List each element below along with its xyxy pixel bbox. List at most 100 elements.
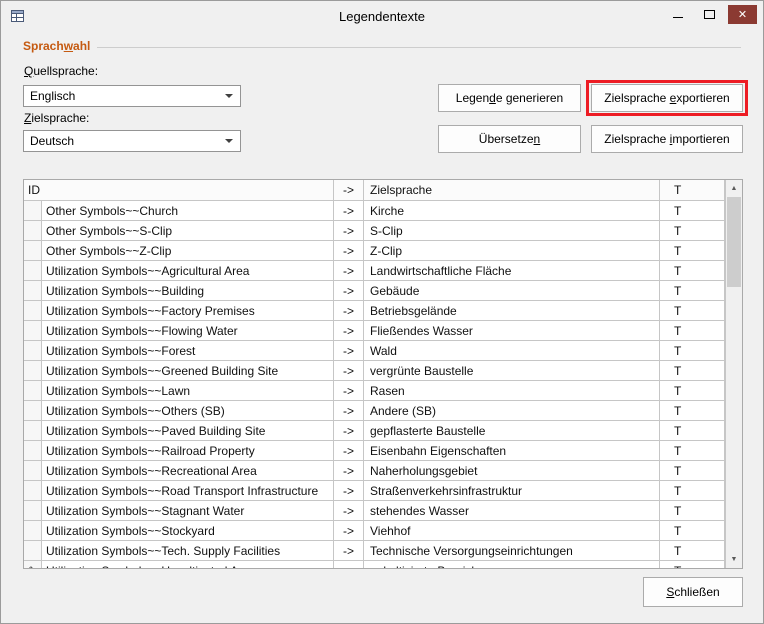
table-row[interactable]: Utilization Symbols~~Greened Building Si…	[24, 361, 725, 381]
translate-flag-cell[interactable]: T	[660, 261, 725, 281]
minimize-button[interactable]	[664, 5, 691, 24]
target-text-cell[interactable]: Viehhof	[364, 521, 660, 541]
id-cell[interactable]: Utilization Symbols~~Uncultivated Area	[42, 561, 334, 568]
scroll-up-icon[interactable]: ▲	[726, 180, 742, 197]
maximize-button[interactable]	[696, 5, 723, 24]
arrow-cell[interactable]: ->	[334, 521, 364, 541]
translate-flag-cell[interactable]: T	[660, 421, 725, 441]
row-selector-cell[interactable]	[24, 201, 42, 221]
close-dialog-button[interactable]: Schließen	[643, 577, 743, 607]
arrow-cell[interactable]: ->	[334, 561, 364, 568]
id-cell[interactable]: Utilization Symbols~~Greened Building Si…	[42, 361, 334, 381]
arrow-cell[interactable]: ->	[334, 261, 364, 281]
translate-flag-cell[interactable]: T	[660, 401, 725, 421]
source-language-select[interactable]: Englisch	[23, 85, 241, 107]
arrow-cell[interactable]: ->	[334, 241, 364, 261]
table-row[interactable]: Other Symbols~~Z-Clip->Z-ClipT	[24, 241, 725, 261]
translate-flag-cell[interactable]: T	[660, 241, 725, 261]
table-row[interactable]: ▸✎Utilization Symbols~~Uncultivated Area…	[24, 561, 725, 568]
row-selector-cell[interactable]	[24, 521, 42, 541]
arrow-cell[interactable]: ->	[334, 221, 364, 241]
table-row[interactable]: Utilization Symbols~~Tech. Supply Facili…	[24, 541, 725, 561]
table-row[interactable]: Utilization Symbols~~Lawn->RasenT	[24, 381, 725, 401]
table-row[interactable]: Utilization Symbols~~Paved Building Site…	[24, 421, 725, 441]
translate-flag-cell[interactable]: T	[660, 281, 725, 301]
table-row[interactable]: Utilization Symbols~~Building->GebäudeT	[24, 281, 725, 301]
row-selector-cell[interactable]	[24, 361, 42, 381]
target-text-cell[interactable]: Z-Clip	[364, 241, 660, 261]
row-selector-cell[interactable]	[24, 241, 42, 261]
target-text-cell[interactable]: vergrünte Baustelle	[364, 361, 660, 381]
table-row[interactable]: Utilization Symbols~~Stockyard->ViehhofT	[24, 521, 725, 541]
translate-flag-cell[interactable]: T	[660, 321, 725, 341]
table-row[interactable]: Utilization Symbols~~Road Transport Infr…	[24, 481, 725, 501]
arrow-cell[interactable]: ->	[334, 361, 364, 381]
table-row[interactable]: Utilization Symbols~~Agricultural Area->…	[24, 261, 725, 281]
arrow-cell[interactable]: ->	[334, 201, 364, 221]
row-selector-cell[interactable]	[24, 461, 42, 481]
vertical-scrollbar[interactable]: ▲ ▼	[725, 180, 742, 568]
target-text-cell[interactable]: unkultivierte Bereiche	[364, 561, 660, 568]
arrow-cell[interactable]: ->	[334, 501, 364, 521]
column-header-t[interactable]: T	[660, 180, 725, 201]
target-text-cell[interactable]: Betriebsgelände	[364, 301, 660, 321]
id-cell[interactable]: Utilization Symbols~~Road Transport Infr…	[42, 481, 334, 501]
row-selector-cell[interactable]	[24, 381, 42, 401]
translate-flag-cell[interactable]: T	[660, 541, 725, 561]
table-row[interactable]: Utilization Symbols~~Factory Premises->B…	[24, 301, 725, 321]
translate-flag-cell[interactable]: T	[660, 341, 725, 361]
row-selector-cell[interactable]	[24, 321, 42, 341]
id-cell[interactable]: Utilization Symbols~~Recreational Area	[42, 461, 334, 481]
id-cell[interactable]: Other Symbols~~Z-Clip	[42, 241, 334, 261]
table-row[interactable]: Utilization Symbols~~Forest->WaldT	[24, 341, 725, 361]
table-row[interactable]: Other Symbols~~Church->KircheT	[24, 201, 725, 221]
row-selector-cell[interactable]	[24, 441, 42, 461]
target-text-cell[interactable]: Technische Versorgungseinrichtungen	[364, 541, 660, 561]
export-target-language-button[interactable]: Zielsprache exportieren	[591, 84, 743, 112]
target-text-cell[interactable]: Gebäude	[364, 281, 660, 301]
translate-flag-cell[interactable]: T	[660, 201, 725, 221]
table-row[interactable]: Utilization Symbols~~Others (SB)->Andere…	[24, 401, 725, 421]
row-selector-cell[interactable]	[24, 281, 42, 301]
translate-flag-cell[interactable]: T	[660, 521, 725, 541]
target-text-cell[interactable]: S-Clip	[364, 221, 660, 241]
row-selector-cell[interactable]	[24, 481, 42, 501]
target-text-cell[interactable]: Straßenverkehrsinfrastruktur	[364, 481, 660, 501]
translate-flag-cell[interactable]: T	[660, 481, 725, 501]
target-text-cell[interactable]: Eisenbahn Eigenschaften	[364, 441, 660, 461]
target-language-select[interactable]: Deutsch	[23, 130, 241, 152]
table-row[interactable]: Utilization Symbols~~Railroad Property->…	[24, 441, 725, 461]
arrow-cell[interactable]: ->	[334, 381, 364, 401]
id-cell[interactable]: Utilization Symbols~~Flowing Water	[42, 321, 334, 341]
target-text-cell[interactable]: Naherholungsgebiet	[364, 461, 660, 481]
id-cell[interactable]: Utilization Symbols~~Others (SB)	[42, 401, 334, 421]
id-cell[interactable]: Utilization Symbols~~Stagnant Water	[42, 501, 334, 521]
id-cell[interactable]: Utilization Symbols~~Forest	[42, 341, 334, 361]
table-row[interactable]: Utilization Symbols~~Flowing Water->Flie…	[24, 321, 725, 341]
row-selector-cell[interactable]	[24, 301, 42, 321]
column-header-id[interactable]: ID	[24, 180, 334, 201]
target-text-cell[interactable]: Fließendes Wasser	[364, 321, 660, 341]
row-selector-cell[interactable]	[24, 421, 42, 441]
arrow-cell[interactable]: ->	[334, 321, 364, 341]
id-cell[interactable]: Utilization Symbols~~Railroad Property	[42, 441, 334, 461]
id-cell[interactable]: Utilization Symbols~~Agricultural Area	[42, 261, 334, 281]
scroll-thumb[interactable]	[727, 197, 741, 287]
close-button[interactable]: ✕	[728, 5, 757, 24]
translate-flag-cell[interactable]: T	[660, 461, 725, 481]
row-selector-cell[interactable]	[24, 261, 42, 281]
row-selector-cell[interactable]	[24, 501, 42, 521]
arrow-cell[interactable]: ->	[334, 461, 364, 481]
row-selector-cell[interactable]	[24, 341, 42, 361]
target-text-cell[interactable]: Kirche	[364, 201, 660, 221]
id-cell[interactable]: Other Symbols~~S-Clip	[42, 221, 334, 241]
target-text-cell[interactable]: Wald	[364, 341, 660, 361]
row-selector-cell[interactable]: ▸✎	[24, 561, 42, 568]
target-text-cell[interactable]: Rasen	[364, 381, 660, 401]
translate-button[interactable]: Übersetzen	[438, 125, 581, 153]
translate-flag-cell[interactable]: T	[660, 301, 725, 321]
target-text-cell[interactable]: gepflasterte Baustelle	[364, 421, 660, 441]
table-row[interactable]: Other Symbols~~S-Clip->S-ClipT	[24, 221, 725, 241]
target-text-cell[interactable]: Landwirtschaftliche Fläche	[364, 261, 660, 281]
translate-flag-cell[interactable]: T	[660, 441, 725, 461]
